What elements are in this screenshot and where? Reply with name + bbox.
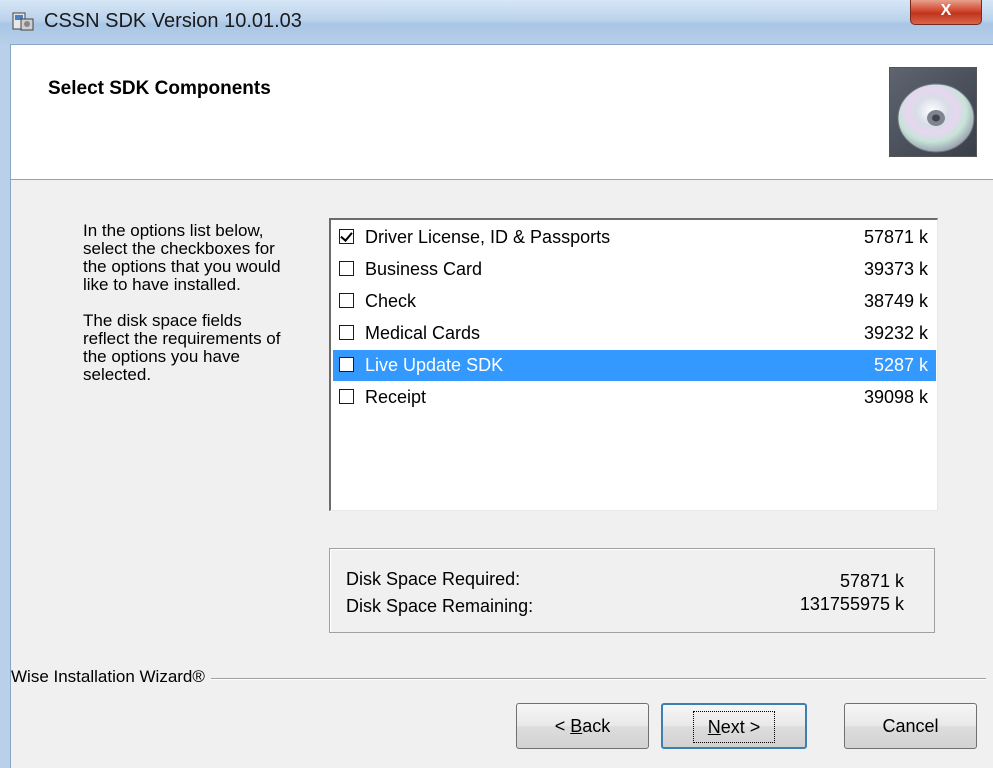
instructions-paragraph: In the options list below, select the ch…	[83, 221, 281, 294]
focus-indicator: Next >	[692, 711, 776, 743]
component-size: 39232 k	[863, 323, 928, 343]
component-size: 39373 k	[863, 259, 928, 279]
component-label: Business Card	[365, 259, 483, 279]
wizard-header: Select SDK Components	[11, 45, 993, 180]
component-label: Check	[365, 291, 417, 311]
disk-space-panel: Disk Space Required: 57871 k Disk Space …	[329, 548, 935, 633]
component-label: Medical Cards	[365, 323, 481, 343]
back-button[interactable]: < Back	[516, 703, 649, 749]
component-row[interactable]: Check 38749 k	[333, 286, 936, 317]
component-checkbox[interactable]	[339, 357, 354, 372]
window-title: CSSN SDK Version 10.01.03	[44, 10, 302, 32]
back-button-rest: ack	[582, 716, 611, 736]
component-checkbox[interactable]	[339, 293, 354, 308]
component-size: 5287 k	[873, 355, 928, 375]
cancel-button[interactable]: Cancel	[844, 703, 977, 749]
disk-space-required-value: 57871 k	[839, 571, 904, 591]
close-button[interactable]: X	[910, 0, 982, 25]
component-label: Receipt	[365, 387, 427, 407]
page-title: Select SDK Components	[48, 78, 271, 99]
instructions: In the options list below, select the ch…	[83, 222, 283, 402]
disk-space-remaining-label: Disk Space Remaining:	[346, 596, 534, 616]
cd-disc-icon	[889, 67, 977, 157]
component-row[interactable]: Medical Cards 39232 k	[333, 318, 936, 349]
component-checkbox[interactable]	[339, 325, 354, 340]
window-frame	[0, 44, 11, 768]
disk-space-remaining-value: 131755975 k	[799, 594, 904, 614]
component-size: 39098 k	[863, 387, 928, 407]
disk-space-required-label: Disk Space Required:	[346, 569, 521, 589]
instructions-paragraph: The disk space fields reflect the requir…	[83, 311, 281, 384]
component-row[interactable]: Driver License, ID & Passports 57871 k	[333, 222, 936, 253]
next-button[interactable]: Next >	[661, 703, 807, 749]
components-list[interactable]: Driver License, ID & Passports 57871 k Bus…	[329, 218, 938, 511]
close-icon: X	[940, 2, 952, 19]
component-label: Live Update SDK	[365, 355, 504, 375]
installer-icon	[12, 12, 34, 31]
component-row[interactable]: Live Update SDK 5287 k	[333, 350, 936, 381]
component-row[interactable]: Receipt 39098 k	[333, 382, 936, 413]
next-button-mnemonic: N	[707, 717, 721, 737]
back-button-prefix: <	[554, 716, 571, 736]
back-button-mnemonic: B	[570, 716, 583, 736]
component-size: 38749 k	[863, 291, 928, 311]
component-row[interactable]: Business Card 39373 k	[333, 254, 936, 285]
component-checkbox[interactable]	[339, 229, 354, 244]
next-button-rest: ext >	[720, 717, 761, 737]
title-bar[interactable]: CSSN SDK Version 10.01.03 X	[0, 0, 993, 45]
brand-label: Wise Installation Wizard®	[11, 667, 211, 687]
component-label: Driver License, ID & Passports	[365, 227, 611, 247]
component-size: 57871 k	[863, 227, 928, 247]
component-checkbox[interactable]	[339, 389, 354, 404]
component-checkbox[interactable]	[339, 261, 354, 276]
